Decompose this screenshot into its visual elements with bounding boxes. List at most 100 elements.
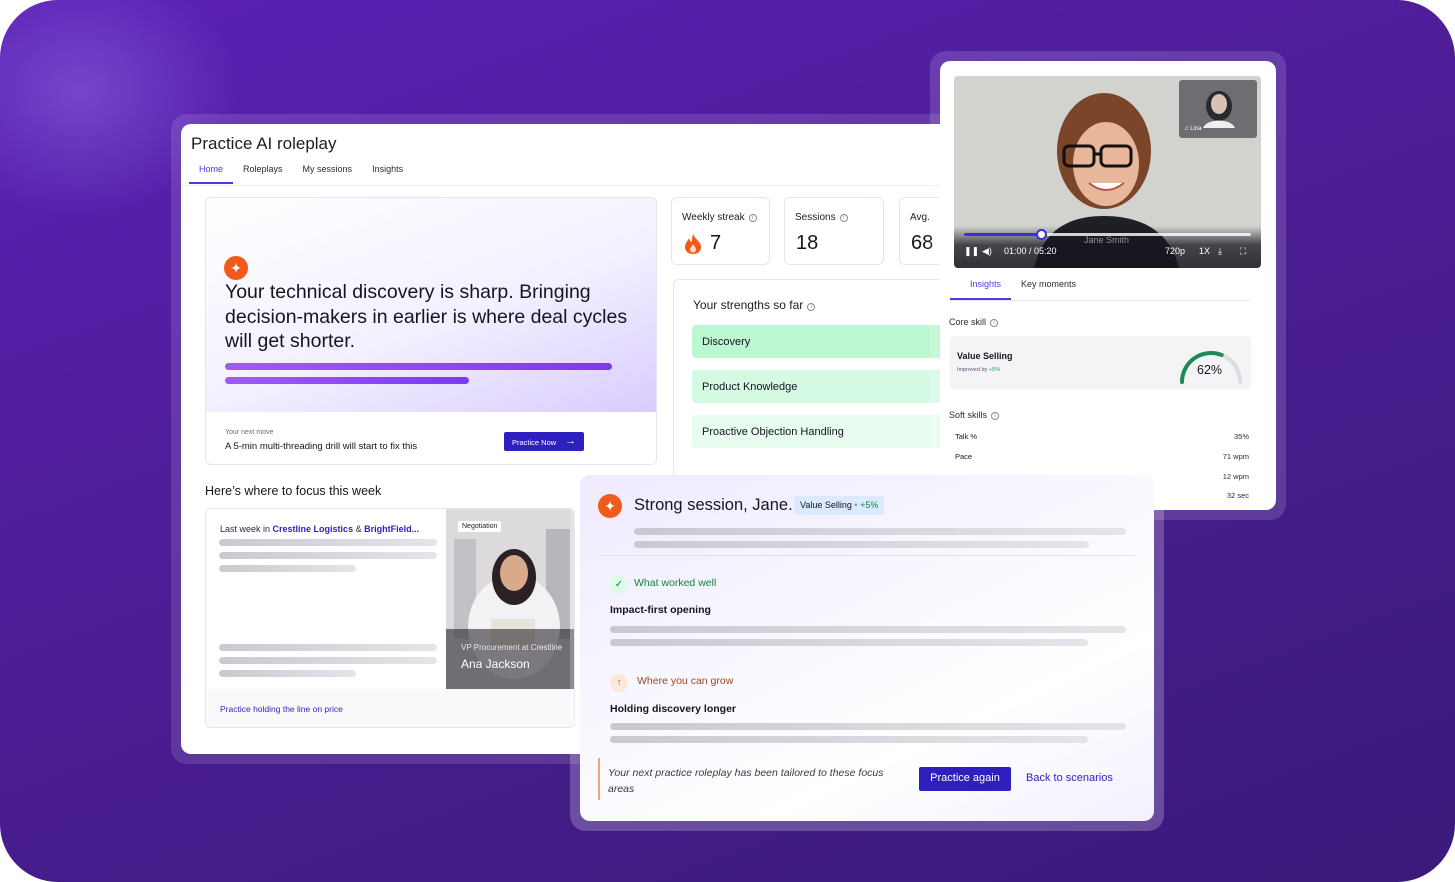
tab-key-moments[interactable]: Key moments bbox=[1011, 279, 1086, 300]
progress-handle[interactable] bbox=[1035, 229, 1047, 240]
sparkle-icon: ✦ bbox=[224, 256, 248, 280]
focus-footer: Practice holding the line on price bbox=[206, 689, 574, 727]
download-icon[interactable]: ⤓ bbox=[1218, 246, 1222, 257]
tab-insights[interactable]: Insights bbox=[362, 162, 413, 184]
skill-chip: Value Selling • +5% bbox=[794, 496, 885, 515]
next-move-label: Your next move bbox=[225, 429, 274, 436]
practice-now-label: Practice Now bbox=[512, 438, 557, 447]
stat-label: Sessions bbox=[795, 212, 836, 223]
stat-sessions: Sessions i 18 bbox=[784, 197, 884, 265]
info-icon[interactable]: i bbox=[990, 319, 999, 327]
skeleton-line bbox=[219, 670, 356, 677]
skeleton-line bbox=[634, 528, 1126, 535]
stat-label: Avg. bbox=[910, 212, 930, 223]
participant-name: Jane Smith bbox=[1084, 235, 1130, 245]
pause-icon[interactable]: ❚❚ bbox=[964, 246, 979, 257]
grow-item: Holding discovery longer bbox=[610, 703, 737, 715]
app-title: Practice AI roleplay bbox=[191, 134, 337, 153]
persona-role: VP Procurement at Crestline bbox=[461, 643, 563, 652]
info-icon[interactable]: i bbox=[807, 303, 816, 311]
background-stage: Practice AI roleplay Home Roleplays My s… bbox=[0, 0, 1455, 882]
fullscreen-icon[interactable]: ⛶ bbox=[1240, 246, 1246, 257]
focus-title: Here’s where to focus this week bbox=[205, 484, 382, 498]
next-move-text: A 5-min multi-threading drill will start… bbox=[225, 441, 418, 452]
insights-tabs: Insights Key moments bbox=[950, 279, 1086, 300]
worked-well-item: Impact-first opening bbox=[610, 604, 711, 616]
time-display: 01:00 / 05:20 bbox=[1004, 246, 1057, 256]
info-icon[interactable]: i bbox=[839, 214, 848, 222]
practice-again-button[interactable]: Practice again bbox=[919, 767, 1011, 791]
practice-now-button[interactable]: Practice Now → bbox=[504, 432, 584, 451]
tab-roleplays[interactable]: Roleplays bbox=[233, 162, 293, 184]
skeleton-line bbox=[219, 539, 437, 546]
tab-my-sessions[interactable]: My sessions bbox=[293, 162, 363, 184]
stat-weekly-streak: Weekly streak i 7 bbox=[671, 197, 770, 265]
next-move: Your next move A 5-min multi-threading d… bbox=[206, 412, 656, 464]
core-skill-improvement: Improved by +5% bbox=[957, 367, 1000, 373]
tailored-note: Your next practice roleplay has been tai… bbox=[598, 758, 898, 800]
focus-summary: Last week in Crestline Logistics & Brigh… bbox=[206, 509, 446, 689]
strength-item: Proactive Objection Handling bbox=[692, 415, 961, 448]
hero-skeleton-line bbox=[225, 363, 612, 370]
skeleton-line bbox=[610, 736, 1088, 743]
skeleton-line bbox=[219, 552, 437, 559]
strength-item: Product Knowledge bbox=[692, 370, 961, 403]
strengths-title: Your strengths so far bbox=[693, 298, 804, 312]
info-icon[interactable]: i bbox=[991, 412, 1000, 420]
hero-skeleton-line bbox=[225, 377, 469, 384]
soft-skill-row: Pace 71 wpm bbox=[955, 452, 1249, 461]
stat-value: 18 bbox=[796, 232, 819, 254]
last-week-text: Last week in Crestline Logistics & Brigh… bbox=[220, 524, 420, 534]
stat-value: 7 bbox=[710, 232, 722, 254]
speed-button[interactable]: 1X bbox=[1199, 246, 1210, 256]
self-view-tile[interactable]: ♫ Lina bbox=[1179, 80, 1257, 138]
skeleton-line bbox=[634, 541, 1089, 548]
skeleton-line bbox=[219, 565, 356, 572]
tab-home[interactable]: Home bbox=[189, 162, 234, 184]
stat-label: Weekly streak bbox=[682, 212, 745, 223]
focus-card[interactable]: Last week in Crestline Logistics & Brigh… bbox=[205, 508, 575, 728]
core-skill-name: Value Selling bbox=[957, 351, 1013, 361]
strengths-card: Your strengths so far i Discovery Product… bbox=[673, 279, 961, 479]
core-skill-card: Value Selling Improved by +5% 62% bbox=[950, 336, 1251, 389]
divider bbox=[598, 555, 1136, 556]
core-skill-percent: 62% bbox=[1197, 363, 1223, 377]
quality-button[interactable]: 720p bbox=[1165, 246, 1185, 256]
back-to-scenarios-link[interactable]: Back to scenarios bbox=[1026, 772, 1113, 784]
strength-item: Discovery bbox=[692, 325, 961, 358]
persona-tag: Negotiation bbox=[458, 521, 502, 532]
worked-well-label: What worked well bbox=[634, 577, 717, 589]
progress-fill bbox=[964, 233, 1042, 236]
company-link[interactable]: Crestline Logistics bbox=[273, 524, 354, 534]
skeleton-line bbox=[219, 644, 437, 651]
self-view-name: Lina bbox=[1190, 126, 1202, 132]
video-player[interactable]: ♫ Lina Jane Smith ❚❚ ◀) 01:00 / 05:20 72… bbox=[954, 76, 1261, 268]
skeleton-line bbox=[610, 723, 1126, 730]
tab-insights[interactable]: Insights bbox=[950, 279, 1012, 300]
soft-skills-label: Soft skills bbox=[949, 410, 988, 420]
skeleton-line bbox=[610, 639, 1088, 646]
info-icon[interactable]: i bbox=[748, 214, 757, 222]
mic-icon: ♫ bbox=[1184, 126, 1189, 132]
hero-message: Your technical discovery is sharp. Bring… bbox=[225, 281, 628, 352]
hero-card: ✦ Your technical discovery is sharp. Bri… bbox=[205, 197, 657, 465]
skeleton-line bbox=[610, 626, 1126, 633]
session-title: Strong session, Jane. bbox=[634, 496, 793, 514]
tabs-divider bbox=[181, 185, 961, 186]
sparkle-icon: ✦ bbox=[598, 494, 622, 518]
volume-icon[interactable]: ◀) bbox=[982, 246, 992, 257]
skeleton-line bbox=[219, 657, 437, 664]
arrow-right-icon: → bbox=[565, 435, 576, 447]
persona-card[interactable]: Negotiation VP Procurement at Crestline … bbox=[446, 509, 574, 689]
flame-icon bbox=[685, 234, 701, 254]
company-link[interactable]: BrightField... bbox=[364, 524, 419, 534]
insights-tabs-divider bbox=[950, 300, 1250, 301]
session-summary-card: ✦ Strong session, Jane. Value Selling • … bbox=[580, 475, 1154, 821]
check-icon: ✓ bbox=[610, 576, 628, 594]
persona-name: Ana Jackson bbox=[461, 657, 530, 671]
practice-link[interactable]: Practice holding the line on price bbox=[220, 704, 343, 714]
insights-panel: ♫ Lina Jane Smith ❚❚ ◀) 01:00 / 05:20 72… bbox=[940, 61, 1276, 510]
core-skill-label: Core skill bbox=[949, 317, 987, 327]
grow-label: Where you can grow bbox=[637, 675, 734, 687]
arrow-up-icon: ↑ bbox=[610, 674, 628, 692]
